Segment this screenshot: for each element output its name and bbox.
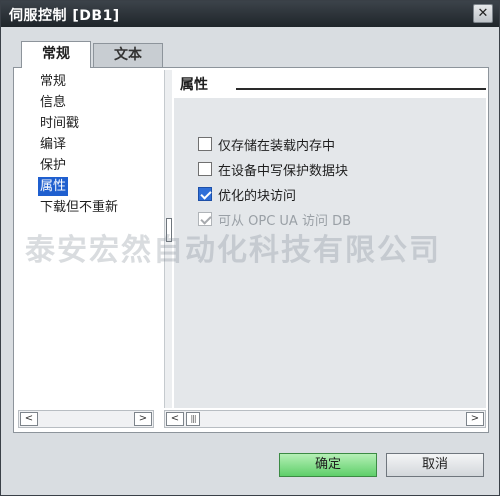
cancel-button[interactable]: 取消 — [386, 453, 484, 477]
checkbox-write-protect[interactable] — [198, 162, 212, 176]
nav-item-protection[interactable]: 保护 — [38, 156, 68, 175]
nav-item-compile[interactable]: 编译 — [38, 135, 68, 154]
option-label: 仅存储在装载内存中 — [218, 138, 336, 154]
section-title: 属性 — [180, 77, 208, 93]
section-divider — [236, 88, 486, 90]
checkbox-opc-ua-access — [198, 212, 212, 226]
section-header: 属性 — [174, 70, 486, 98]
option-load-memory-only[interactable]: 仅存储在装载内存中 — [198, 134, 335, 154]
option-label: 在设备中写保护数据块 — [218, 163, 349, 179]
watermark: 泰安宏然自动化科技有限公司 — [25, 233, 441, 268]
checkbox-optimized-access[interactable] — [198, 187, 212, 201]
nav-item-timestamp[interactable]: 时间戳 — [38, 114, 81, 133]
title-bar[interactable]: 伺服控制 [DB1] ✕ — [1, 1, 499, 27]
ok-button[interactable]: 确定 — [279, 453, 377, 477]
nav-item-download-no-reinit[interactable]: 下载但不重新 — [38, 198, 120, 217]
option-optimized-access[interactable]: 优化的块访问 — [198, 184, 296, 204]
checkbox-load-memory-only[interactable] — [198, 137, 212, 151]
nav-horizontal-scrollbar[interactable]: < > — [18, 410, 154, 428]
scroll-thumb[interactable]: ||| — [186, 412, 200, 426]
content-horizontal-scrollbar[interactable]: < ||| > — [164, 410, 486, 428]
scroll-left-icon[interactable]: < — [20, 412, 38, 426]
properties-dialog: 伺服控制 [DB1] ✕ 常规 文本 常规 信息 时间戳 编译 保护 属性 下载… — [0, 0, 500, 496]
nav-item-general[interactable]: 常规 — [38, 72, 68, 91]
window-title: 伺服控制 [DB1] — [9, 8, 120, 24]
nav-item-info[interactable]: 信息 — [38, 93, 68, 112]
option-write-protect[interactable]: 在设备中写保护数据块 — [198, 159, 348, 179]
close-icon[interactable]: ✕ — [473, 4, 493, 23]
nav-item-attributes[interactable]: 属性 — [38, 177, 69, 196]
scroll-left-icon[interactable]: < — [166, 412, 184, 426]
tab-text[interactable]: 文本 — [93, 43, 163, 67]
scroll-right-icon[interactable]: > — [134, 412, 152, 426]
scroll-right-icon[interactable]: > — [466, 412, 484, 426]
option-label: 优化的块访问 — [218, 188, 297, 204]
tab-general[interactable]: 常规 — [21, 41, 91, 68]
